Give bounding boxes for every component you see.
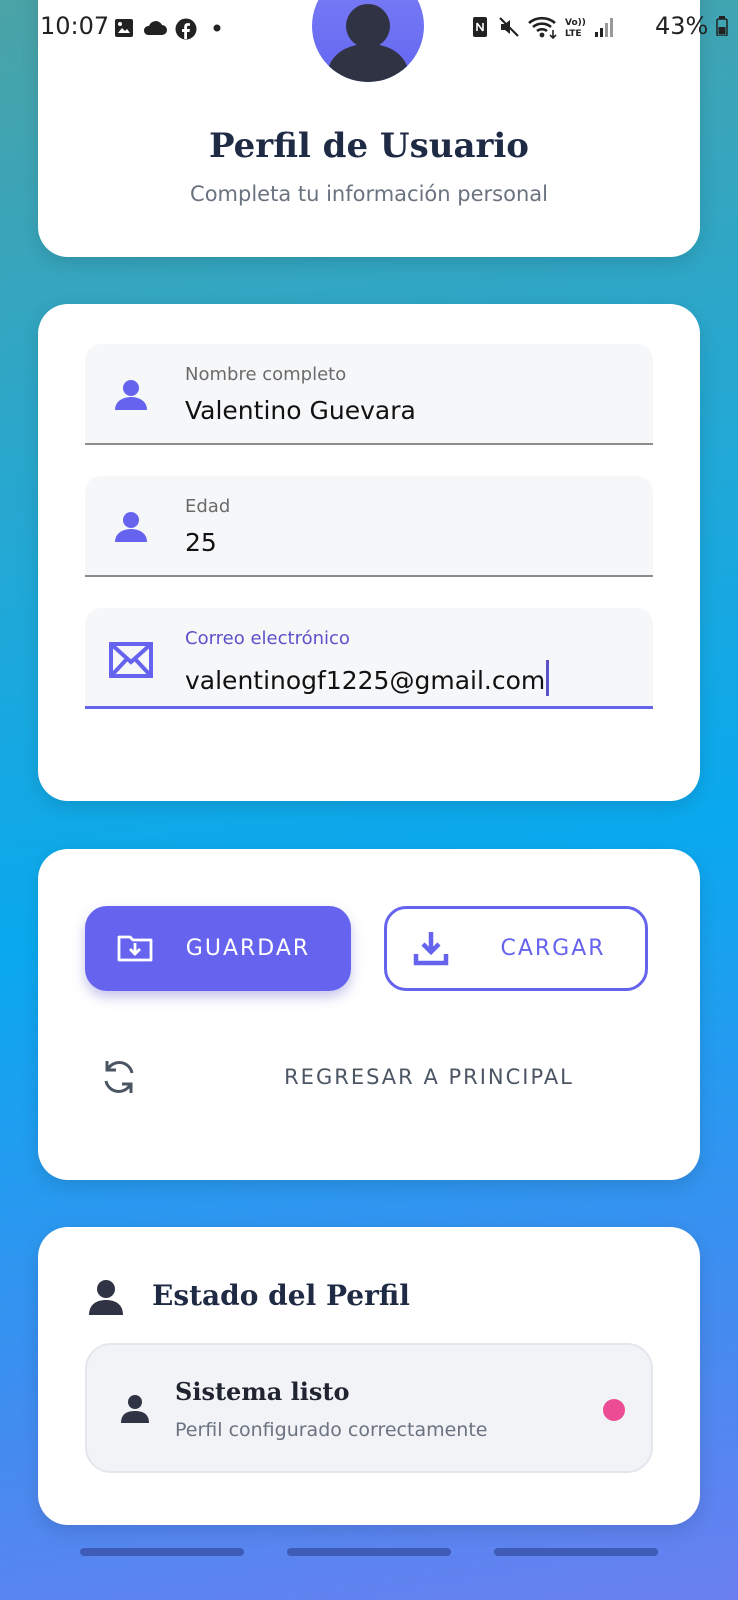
status-indicator-dot: [603, 1399, 625, 1421]
actions-card: GUARDAR CARGAR REGRESAR A PRINCIPAL: [38, 849, 700, 1180]
age-value: 25: [185, 528, 217, 557]
full-name-field[interactable]: Nombre completo Valentino Guevara: [85, 344, 653, 445]
page-title: Perfil de Usuario: [209, 126, 529, 166]
back-to-main-button[interactable]: REGRESAR A PRINCIPAL: [85, 1037, 653, 1117]
dot-icon: [213, 24, 221, 32]
save-button[interactable]: GUARDAR: [85, 906, 351, 991]
load-button-label: CARGAR: [500, 936, 606, 961]
refresh-icon: [104, 1061, 134, 1093]
status-bar: 10:07 Vo)) LTE 43%: [0, 0, 738, 56]
email-field[interactable]: Correo electrónico valentinogf1225@gmail…: [85, 608, 653, 709]
clock: 10:07: [40, 12, 110, 40]
profile-status-card: Estado del Perfil Sistema listo Perfil c…: [38, 1227, 700, 1525]
load-button[interactable]: CARGAR: [384, 906, 648, 991]
person-icon: [115, 380, 147, 410]
gallery-icon: [115, 19, 133, 37]
facebook-icon: [175, 18, 197, 40]
text-caret: [546, 660, 550, 696]
email-value: valentinogf1225@gmail.com: [185, 666, 546, 695]
battery-icon: [716, 16, 728, 37]
email-input[interactable]: valentinogf1225@gmail.com: [185, 660, 550, 696]
email-label: Correo electrónico: [185, 628, 350, 649]
battery-level: 43%: [655, 12, 728, 40]
profile-form-card: Nombre completo Valentino Guevara Edad 2…: [38, 304, 700, 801]
svg-text:Vo)): Vo)): [565, 18, 586, 28]
volte-icon: Vo)) LTE: [565, 18, 586, 39]
person-icon: [115, 512, 147, 542]
person-icon: [89, 1280, 123, 1315]
signal-icon: [595, 18, 613, 37]
age-field[interactable]: Edad 25: [85, 476, 653, 577]
battery-percent: 43%: [655, 12, 709, 40]
page-subtitle: Completa tu información personal: [190, 182, 548, 206]
mail-icon: [109, 642, 153, 678]
nav-back[interactable]: [494, 1548, 658, 1556]
nfc-icon: [473, 17, 487, 37]
wifi-icon: [528, 16, 557, 40]
back-to-main-label: REGRESAR A PRINCIPAL: [284, 1065, 574, 1089]
full-name-value: Valentino Guevara: [185, 396, 416, 425]
svg-text:LTE: LTE: [565, 29, 582, 39]
age-label: Edad: [185, 496, 231, 517]
status-item: Sistema listo Perfil configurado correct…: [85, 1343, 653, 1473]
status-title: Estado del Perfil: [152, 1279, 410, 1312]
nav-home[interactable]: [287, 1548, 451, 1556]
full-name-label: Nombre completo: [185, 364, 347, 385]
system-nav-bar: [0, 1548, 738, 1568]
status-item-title: Sistema listo: [175, 1377, 350, 1406]
status-item-subtitle: Perfil configurado correctamente: [175, 1419, 488, 1441]
cloud-icon: [143, 21, 167, 35]
person-icon: [121, 1395, 149, 1423]
mute-icon: [499, 17, 519, 37]
nav-recents[interactable]: [80, 1548, 244, 1556]
save-button-label: GUARDAR: [185, 936, 311, 961]
download-icon: [413, 932, 449, 966]
